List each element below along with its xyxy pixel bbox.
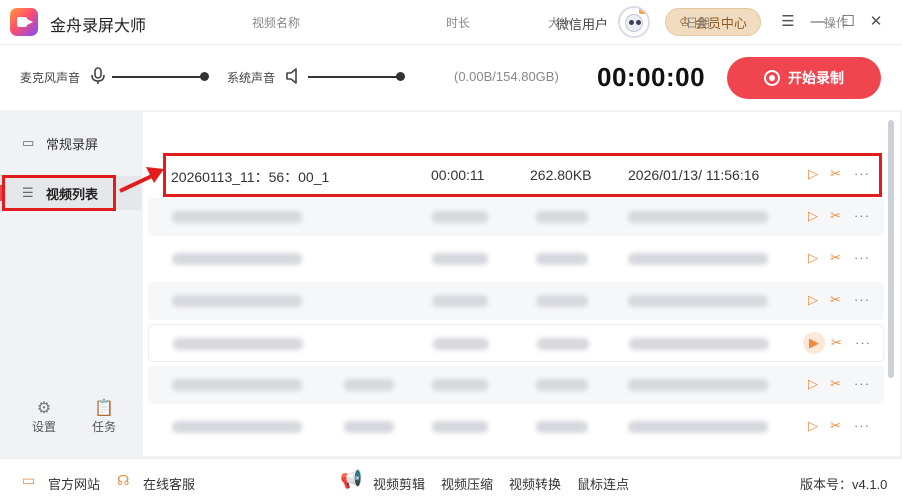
settings-label: 设置	[31, 420, 56, 434]
record-icon	[764, 70, 780, 86]
play-icon[interactable]: ▷	[808, 418, 818, 434]
record-toolbar: 麦克风声音 系统声音 (0.00B/154.80GB) 00:00:00 开始录…	[0, 44, 902, 110]
table-row[interactable]: ▷ ✂ ···	[148, 366, 884, 404]
storage-usage: (0.00B/154.80GB)	[454, 69, 559, 84]
auto-clicker-link[interactable]: 鼠标连点	[577, 474, 629, 493]
monitor-icon: ▭	[22, 472, 36, 488]
table-row[interactable]: ▷ ✂ ···	[148, 198, 884, 236]
megaphone-icon: 📢	[340, 469, 363, 489]
tasks-button[interactable]: 📋 任务	[84, 398, 124, 435]
system-volume-slider[interactable]	[308, 76, 400, 78]
settings-button[interactable]: ⚙ 设置	[24, 398, 64, 435]
column-header-actions: 操作	[824, 16, 849, 30]
table-row[interactable]: ▷ ✂ ···	[148, 408, 884, 446]
headset-icon: ☊	[117, 472, 130, 488]
microphone-icon[interactable]	[90, 67, 106, 85]
start-record-label: 开始录制	[788, 70, 844, 86]
video-convert-link[interactable]: 视频转换	[509, 474, 561, 493]
video-compress-link[interactable]: 视频压缩	[441, 474, 493, 493]
table-scrollbar[interactable]	[888, 120, 894, 378]
mic-volume-slider[interactable]	[112, 76, 204, 78]
version-label: 版本号：v4.1.0	[800, 477, 888, 492]
scissors-icon[interactable]: ✂	[830, 292, 841, 308]
play-icon[interactable]: ▷	[808, 208, 818, 224]
video-camera-icon: ▭	[22, 135, 35, 150]
play-icon[interactable]: ▷	[808, 250, 818, 266]
mic-volume-handle[interactable]	[200, 72, 209, 81]
speaker-icon[interactable]	[285, 67, 301, 85]
more-icon[interactable]: ···	[854, 208, 870, 223]
more-icon[interactable]: ···	[854, 376, 870, 391]
scissors-icon[interactable]: ✂	[831, 335, 842, 351]
more-icon[interactable]: ···	[854, 250, 870, 265]
highlight-box-row	[163, 153, 882, 197]
close-icon[interactable]: ✕	[866, 12, 886, 32]
scissors-icon[interactable]: ✂	[830, 250, 841, 266]
play-icon[interactable]: ▷	[808, 376, 818, 392]
more-icon[interactable]: ···	[854, 292, 870, 307]
highlight-box-sidebar	[2, 175, 116, 211]
video-edit-link[interactable]: 视频剪辑	[373, 474, 425, 493]
system-sound-label: 系统声音	[227, 71, 276, 85]
sidebar-item-screen-record[interactable]: ▭ 常规录屏	[0, 126, 141, 160]
menu-icon[interactable]: ☰	[778, 12, 798, 32]
play-icon[interactable]: ▶	[803, 332, 825, 354]
start-record-button[interactable]: 开始录制	[727, 57, 881, 99]
play-icon[interactable]: ▷	[808, 292, 818, 308]
scissors-icon[interactable]: ✂	[830, 208, 841, 224]
column-header-date: 日期	[686, 16, 711, 30]
table-row[interactable]: ▶ ✂ ···	[148, 324, 884, 362]
status-bar: ▭ 官方网站 ☊ 在线客服 📢 视频剪辑 视频压缩 视频转换 鼠标连点 版本号：…	[0, 458, 902, 502]
column-header-name: 视频名称	[252, 16, 301, 30]
scissors-icon[interactable]: ✂	[830, 376, 841, 392]
column-header-size: 大小	[548, 16, 573, 30]
more-icon[interactable]: ···	[855, 335, 871, 350]
app-title: 金舟录屏大师	[50, 18, 147, 35]
avatar[interactable]	[618, 6, 650, 38]
official-website-link[interactable]: 官方网站	[48, 474, 100, 493]
app-logo-icon	[10, 8, 38, 36]
tasks-label: 任务	[91, 420, 116, 434]
table-row[interactable]: ▷ ✂ ···	[148, 282, 884, 320]
task-icon: 📋	[94, 400, 114, 417]
mic-label: 麦克风声音	[20, 71, 81, 85]
table-row[interactable]: ▷ ✂ ···	[148, 240, 884, 278]
crown-icon	[639, 8, 648, 14]
scissors-icon[interactable]: ✂	[830, 418, 841, 434]
annotation-arrow-icon	[119, 167, 164, 193]
more-icon[interactable]: ···	[854, 418, 870, 433]
gear-icon: ⚙	[36, 400, 52, 417]
column-header-duration: 时长	[446, 16, 471, 30]
online-support-link[interactable]: 在线客服	[143, 474, 195, 493]
sidebar-item-label: 常规录屏	[46, 136, 99, 152]
record-timer: 00:00:00	[597, 62, 706, 92]
system-volume-handle[interactable]	[396, 72, 405, 81]
vip-center-button[interactable]: ♔ 会员中心	[665, 8, 761, 36]
